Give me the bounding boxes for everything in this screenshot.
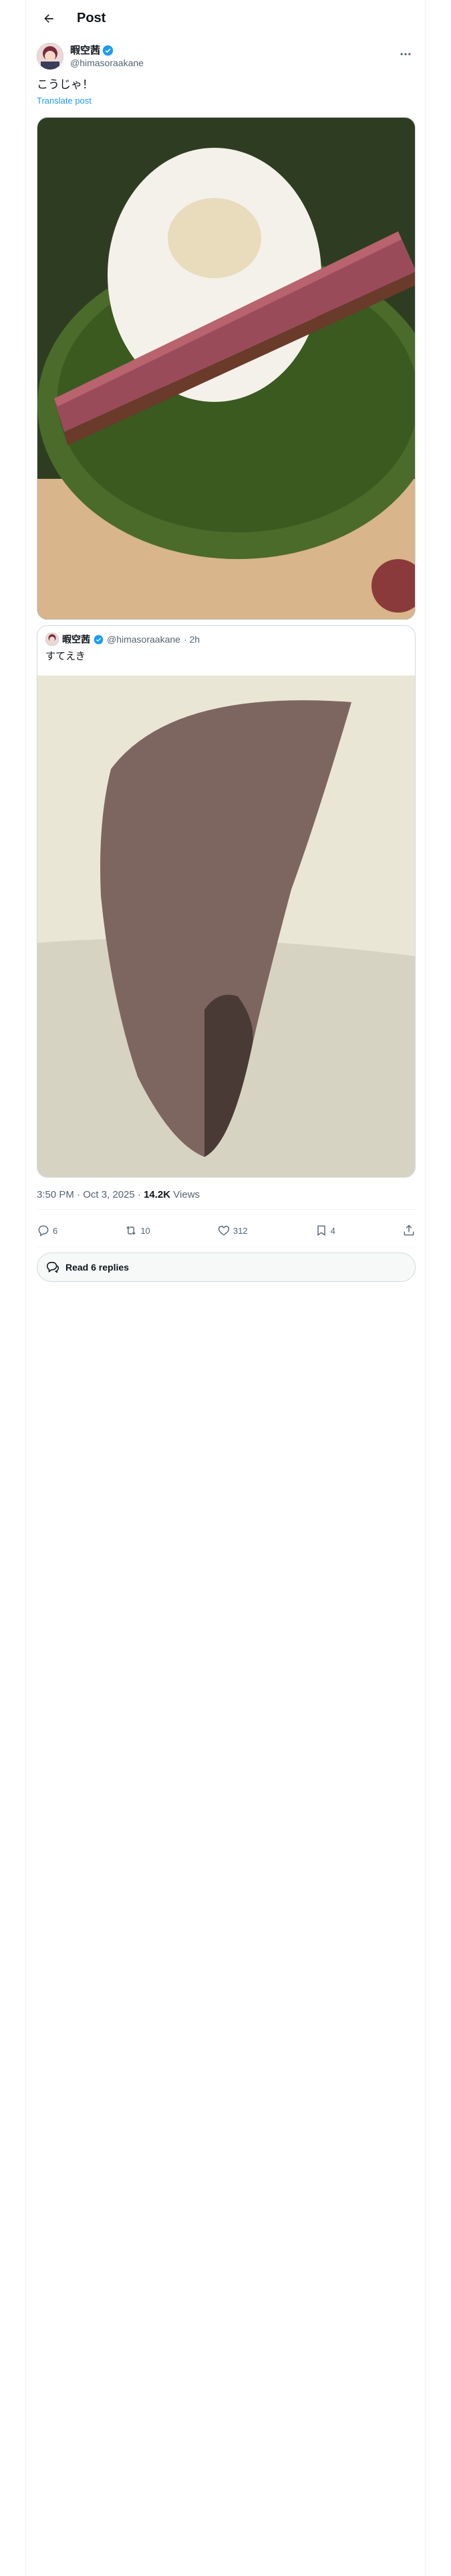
views-count: 14.2K <box>144 1189 171 1200</box>
bookmark-button[interactable]: 4 <box>315 1224 335 1237</box>
views-label: Views <box>173 1189 200 1200</box>
divider <box>37 1209 416 1210</box>
read-replies-label: Read 6 replies <box>65 1262 129 1273</box>
quoted-post-header: 暇空茜 @himasoraakane · 2h <box>45 633 200 646</box>
quoted-text: すてえき <box>45 651 86 662</box>
repost-count: 10 <box>140 1225 150 1236</box>
more-icon <box>400 53 411 56</box>
quoted-handle: @himasoraakane <box>107 634 180 645</box>
read-replies-button[interactable]: Read 6 replies <box>37 1253 416 1282</box>
post-time[interactable]: 3:50 PM · Oct 3, 2025 · <box>37 1189 141 1200</box>
action-bar: 6 10 312 4 <box>37 1214 416 1247</box>
quoted-display-name: 暇空茜 <box>62 634 90 645</box>
reply-button[interactable]: 6 <box>37 1224 57 1237</box>
translate-post-link[interactable]: Translate post <box>37 96 92 106</box>
back-button[interactable] <box>37 7 61 31</box>
post-column: Post 暇空茜 @himasoraakane こうじゃ！ Translate … <box>25 0 426 2576</box>
repost-icon <box>126 1226 136 1235</box>
bookmark-icon <box>317 1225 325 1236</box>
arrow-left-icon <box>44 14 53 23</box>
author-names: 暇空茜 @himasoraakane <box>70 44 144 70</box>
like-button[interactable]: 312 <box>217 1224 248 1237</box>
repost-button[interactable]: 10 <box>124 1224 150 1237</box>
quoted-post[interactable]: 暇空茜 @himasoraakane · 2h すてえき <box>37 625 416 1178</box>
replies-bubble-icon <box>46 1261 59 1273</box>
avatar[interactable] <box>37 43 63 70</box>
author-handle[interactable]: @himasoraakane <box>70 57 144 70</box>
verified-badge-icon <box>94 635 104 644</box>
post-text: こうじゃ！ <box>37 78 94 91</box>
page-title: Post <box>77 11 106 25</box>
quoted-age: · 2h <box>183 634 200 645</box>
post-timestamp: 3:50 PM · Oct 3, 2025 · 14.2K Views <box>37 1188 200 1202</box>
quoted-avatar <box>45 633 59 646</box>
more-options-button[interactable] <box>396 44 416 64</box>
author-display-name[interactable]: 暇空茜 <box>70 44 100 57</box>
bookmark-count: 4 <box>330 1225 335 1236</box>
reply-count: 6 <box>53 1225 58 1236</box>
quoted-image[interactable] <box>37 675 415 1177</box>
like-count: 312 <box>233 1225 248 1236</box>
share-icon <box>404 1224 414 1236</box>
share-button[interactable] <box>402 1224 416 1237</box>
header: Post <box>26 0 426 37</box>
post-author: 暇空茜 @himasoraakane <box>37 43 416 72</box>
reply-icon <box>38 1225 49 1237</box>
post-image[interactable] <box>37 117 416 620</box>
heart-icon <box>218 1226 230 1236</box>
verified-badge-icon <box>102 45 114 56</box>
